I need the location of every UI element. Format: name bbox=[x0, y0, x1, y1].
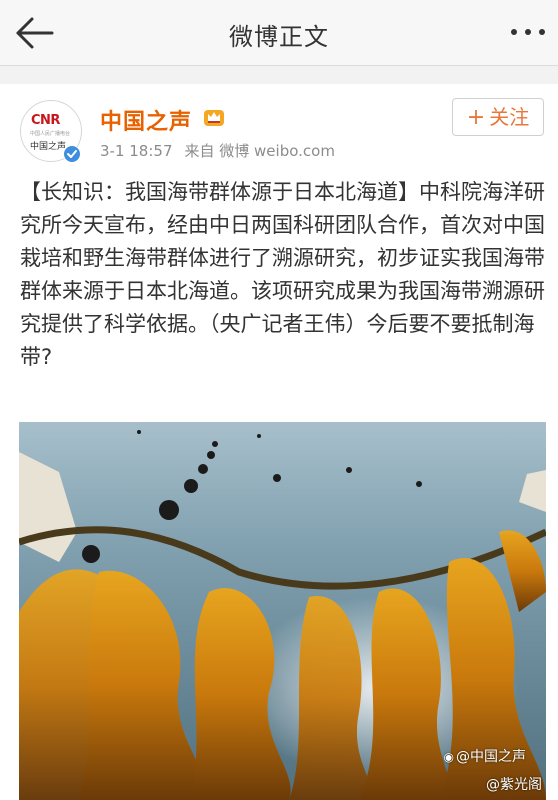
page-title: 微博正文 bbox=[229, 23, 329, 51]
watermark-text: @中国之声 bbox=[456, 749, 526, 765]
weibo-post-card: CNR 中国人民广播电台 中国之声 中国之声 3-1 18:57 来自 微博 we… bbox=[0, 84, 558, 800]
post-image[interactable]: ◉ @中国之声 @紫光阁 bbox=[19, 422, 546, 800]
follow-button[interactable]: + 关注 bbox=[452, 98, 544, 136]
image-watermark: ◉ @中国之声 bbox=[444, 746, 526, 766]
post-source: 来自 微博 weibo.com bbox=[184, 142, 335, 160]
plus-icon: + bbox=[466, 105, 486, 130]
follow-label: 关注 bbox=[489, 105, 530, 129]
post-text: 【长知识：我国海带群体源于日本北海道】中科院海洋研究所今天宣布，经由中日两国科研… bbox=[20, 180, 545, 369]
avatar-logo-text: CNR bbox=[31, 113, 60, 128]
post-time: 3-1 18:57 bbox=[100, 142, 173, 160]
post-meta: 3-1 18:57 来自 微博 weibo.com bbox=[100, 140, 335, 161]
camera-icon: ◉ bbox=[443, 750, 454, 764]
top-navigation-bar: 微博正文 bbox=[0, 0, 558, 66]
author-name[interactable]: 中国之声 bbox=[100, 104, 192, 136]
kelp-photo bbox=[19, 422, 546, 800]
avatar-name-text: 中国之声 bbox=[30, 142, 67, 152]
avatar-sub-text: 中国人民广播电台 bbox=[30, 131, 71, 137]
vip-crown-icon bbox=[204, 110, 224, 126]
image-watermark-secondary: @紫光阁 bbox=[486, 777, 542, 793]
verified-badge-icon bbox=[63, 145, 81, 163]
more-dots-icon[interactable] bbox=[508, 20, 548, 44]
